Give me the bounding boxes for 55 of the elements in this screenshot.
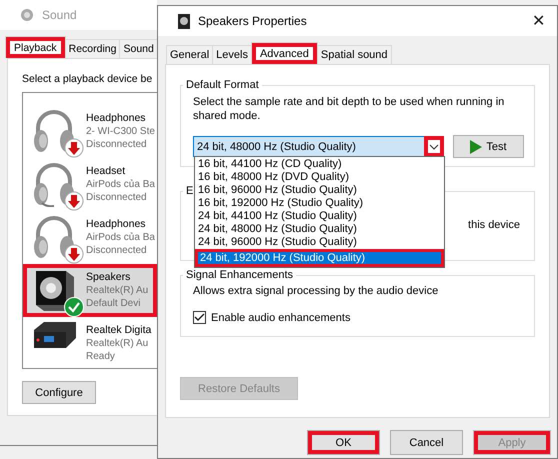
device-description: AirPods của Ba xyxy=(86,231,155,244)
dropdown-option[interactable]: 16 bit, 44100 Hz (CD Quality) xyxy=(195,158,444,171)
window-title: Speakers Properties xyxy=(198,14,308,28)
group-title: Default Format xyxy=(185,79,260,91)
group-title: E xyxy=(185,185,194,197)
checkbox-label: Enable audio enhancements xyxy=(211,312,350,324)
dialog-button[interactable]: Cancel xyxy=(390,430,463,455)
play-icon xyxy=(470,140,482,154)
device-state: Ready xyxy=(86,350,116,363)
description-text: Allows extra signal processing by the audio device xyxy=(193,285,438,297)
check-icon xyxy=(64,296,84,316)
device-item[interactable]: Speakers Realtek(R) Au Default Devi xyxy=(23,264,157,317)
format-dropdown[interactable]: 24 bit, 48000 Hz (Studio Quality) xyxy=(193,136,444,157)
instruction-text: Select a playback device be xyxy=(22,73,154,85)
device-description: Realtek(R) Au xyxy=(86,284,148,297)
device-state: Default Devi xyxy=(86,297,142,310)
window-title: Sound xyxy=(42,8,77,22)
device-description: 2- WI-C300 Ste xyxy=(86,125,155,138)
speaker-icon xyxy=(178,14,190,28)
tab[interactable]: General xyxy=(166,45,214,64)
dropdown-option[interactable]: 24 bit, 48000 Hz (Studio Quality) xyxy=(195,223,444,236)
chevron-down-icon[interactable] xyxy=(424,136,444,157)
device-state: Disconnected xyxy=(86,244,148,257)
device-description: Realtek(R) Au xyxy=(86,337,150,350)
speaker-icon xyxy=(20,8,34,22)
tab[interactable]: Playback xyxy=(5,36,66,58)
receiver-icon xyxy=(32,320,78,350)
description-text: Select the sample rate and bit depth to be used when running in shared mode. xyxy=(193,95,506,123)
dialog-button[interactable]: OK xyxy=(307,430,380,455)
dropdown-option[interactable]: 16 bit, 48000 Hz (DVD Quality) xyxy=(195,171,444,184)
option-text: this device xyxy=(468,219,520,231)
dropdown-option[interactable]: 24 bit, 192000 Hz (Studio Quality) xyxy=(195,249,444,267)
tab[interactable]: Spatial sound xyxy=(316,45,392,64)
device-item[interactable]: Headset AirPods của Ba Disconnected xyxy=(23,158,157,211)
device-name: Speakers xyxy=(86,271,132,284)
dropdown-option[interactable]: 24 bit, 44100 Hz (Studio Quality) xyxy=(195,210,444,223)
checkbox[interactable] xyxy=(193,311,206,324)
device-name: Headset xyxy=(86,165,126,178)
tab[interactable]: Advanced xyxy=(250,42,318,64)
device-item[interactable]: Realtek Digita Realtek(R) Au Ready xyxy=(23,317,157,368)
dropdown-option[interactable]: 16 bit, 192000 Hz (Studio Quality) xyxy=(195,197,444,210)
device-state: Disconnected xyxy=(86,138,148,151)
dropdown-option[interactable]: 16 bit, 96000 Hz (Studio Quality) xyxy=(195,184,444,197)
device-item[interactable]: Headphones 2- WI-C300 Ste Disconnected xyxy=(23,105,157,158)
test-button[interactable]: Test xyxy=(453,135,524,158)
device-name: Realtek Digita xyxy=(86,324,152,337)
dropdown-option[interactable]: 24 bit, 96000 Hz (Studio Quality) xyxy=(195,236,444,249)
device-state: Disconnected xyxy=(86,191,148,204)
device-item[interactable]: Headphones AirPods của Ba Disconnected xyxy=(23,211,157,264)
device-name: Headphones xyxy=(86,218,147,231)
configure-button[interactable]: Configure xyxy=(22,381,96,404)
group-title: Signal Enhancements xyxy=(185,269,294,281)
close-button[interactable]: ✕ xyxy=(530,11,547,31)
device-description: AirPods của Ba xyxy=(86,178,155,191)
device-name: Headphones xyxy=(86,112,147,125)
